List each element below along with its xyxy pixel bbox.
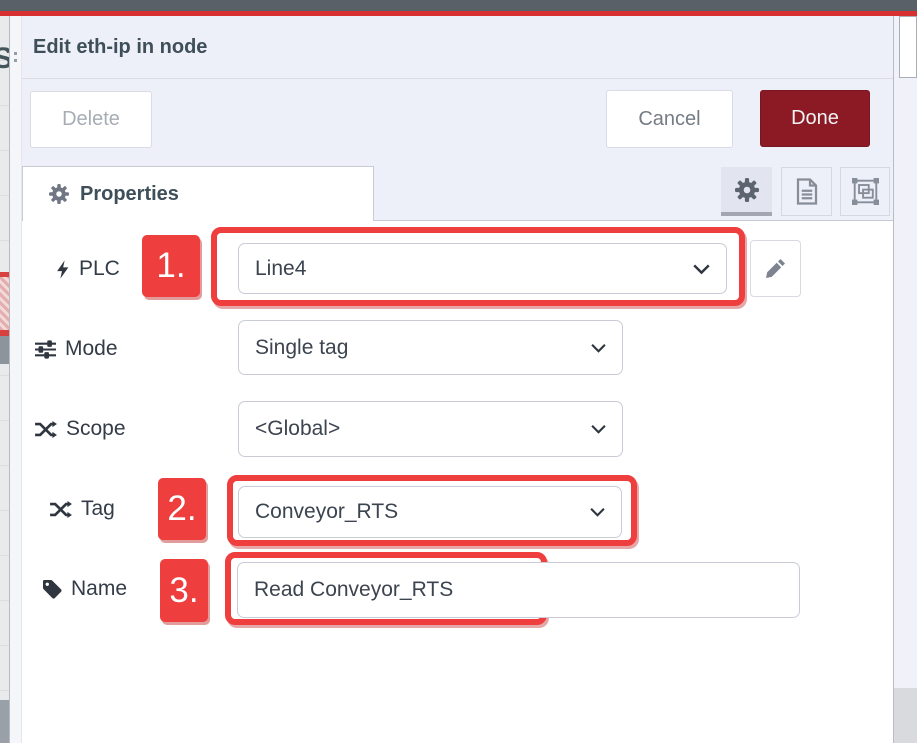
chevron-down-icon (591, 424, 606, 434)
dialog-separator (22, 78, 893, 79)
tray-resize-handle[interactable] (9, 16, 22, 743)
properties-tab-button[interactable] (721, 167, 772, 216)
annotation-step-1-badge: 1. (142, 235, 200, 297)
chevron-down-icon (591, 343, 606, 353)
tag-icon (43, 580, 62, 599)
appearance-tab-button[interactable] (840, 167, 890, 216)
gear-icon (49, 184, 69, 204)
scope-select[interactable]: <Global> (238, 401, 623, 457)
workspace-node-fragment (0, 336, 9, 364)
annotation-step-2-badge: 2. (158, 478, 206, 540)
chevron-down-icon (693, 263, 710, 274)
document-icon (796, 178, 818, 205)
dialog-title: Edit eth-ip in node (33, 36, 207, 59)
shuffle-icon (35, 421, 57, 438)
tag-select[interactable]: Conveyor_RTS (238, 486, 622, 538)
app-header-bar (0, 0, 917, 11)
pencil-icon (766, 259, 785, 278)
gear-icon (735, 178, 759, 202)
appearance-icon (852, 178, 879, 205)
resize-grip-icon (14, 52, 17, 62)
scrollbar-thumb[interactable] (899, 16, 917, 78)
edit-plc-config-button[interactable] (750, 240, 801, 297)
plc-select[interactable]: Line4 (238, 243, 727, 294)
workspace-footer-fragment (0, 700, 9, 743)
sliders-icon (35, 340, 56, 359)
plc-field-label: PLC (55, 253, 120, 285)
workspace-text-fragment: S (0, 42, 9, 76)
description-tab-button[interactable] (781, 167, 832, 216)
cancel-button[interactable]: Cancel (606, 90, 733, 148)
bolt-icon (55, 259, 70, 280)
mode-field-label: Mode (35, 333, 118, 365)
tag-field-label: Tag (50, 493, 115, 525)
tab-properties-label: Properties (80, 183, 179, 206)
delete-button[interactable]: Delete (30, 91, 152, 148)
shuffle-icon (50, 501, 72, 518)
done-button[interactable]: Done (760, 90, 870, 147)
workspace-node-fragment (0, 277, 9, 330)
workspace-background-strip: S (0, 16, 9, 743)
chevron-down-icon (590, 507, 605, 517)
name-field-label: Name (43, 573, 127, 605)
dialog-form-panel (22, 220, 893, 743)
annotation-step-3-badge: 3. (160, 559, 208, 622)
scrollbar-track[interactable] (894, 16, 917, 743)
scrollbar-footer-fragment (894, 688, 917, 743)
mode-select[interactable]: Single tag (238, 320, 623, 375)
scope-field-label: Scope (35, 413, 126, 445)
tab-properties[interactable]: Properties (22, 166, 374, 221)
name-input[interactable] (237, 562, 800, 618)
